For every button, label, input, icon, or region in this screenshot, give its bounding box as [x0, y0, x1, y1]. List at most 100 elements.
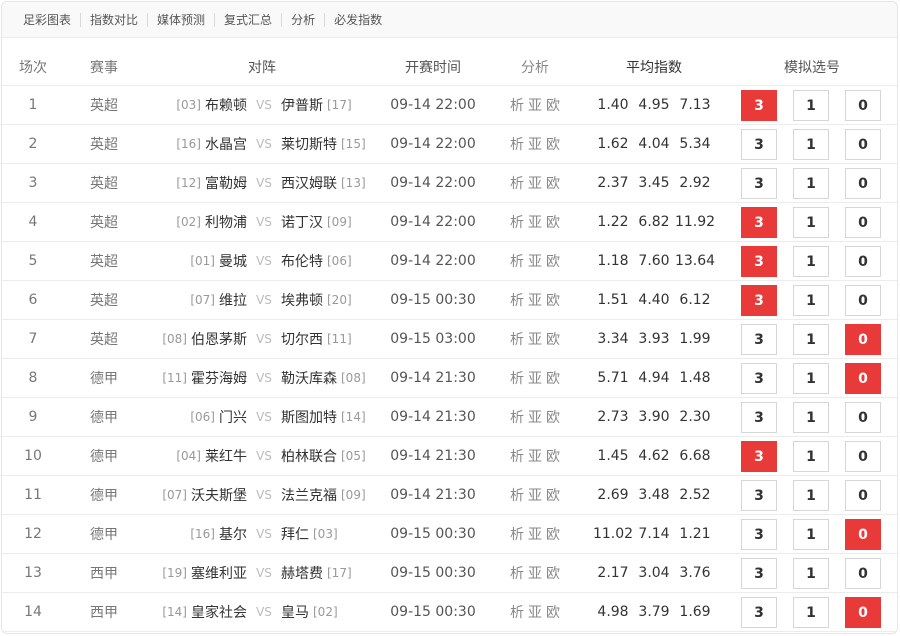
- pick-1-button[interactable]: 1: [793, 168, 829, 199]
- asian-odds-link[interactable]: 亚: [528, 563, 542, 583]
- pick-0-button[interactable]: 0: [845, 402, 881, 433]
- home-team[interactable]: [12] 富勒姆: [132, 164, 247, 202]
- asian-odds-link[interactable]: 亚: [528, 407, 542, 427]
- asian-odds-link[interactable]: 亚: [528, 212, 542, 232]
- pick-0-button[interactable]: 0: [845, 129, 881, 160]
- euro-odds-link[interactable]: 欧: [546, 329, 560, 349]
- pick-3-button[interactable]: 3: [741, 90, 777, 121]
- analysis-link[interactable]: 析: [510, 602, 524, 622]
- away-team[interactable]: 柏林联合 [05]: [281, 437, 381, 475]
- analysis-link[interactable]: 析: [510, 95, 524, 115]
- pick-1-button[interactable]: 1: [793, 402, 829, 433]
- pick-3-button[interactable]: 3: [741, 363, 777, 394]
- asian-odds-link[interactable]: 亚: [528, 290, 542, 310]
- euro-odds-link[interactable]: 欧: [546, 602, 560, 622]
- away-team[interactable]: 拜仁 [03]: [281, 515, 381, 553]
- pick-0-button[interactable]: 0: [845, 597, 881, 628]
- tab-betfair-index[interactable]: 必发指数: [325, 13, 391, 27]
- euro-odds-link[interactable]: 欧: [546, 524, 560, 544]
- tab-media-prediction[interactable]: 媒体预测: [148, 12, 216, 27]
- pick-0-button[interactable]: 0: [845, 519, 881, 550]
- away-team[interactable]: 西汉姆联 [13]: [281, 164, 381, 202]
- home-team[interactable]: [01] 曼城: [132, 242, 247, 280]
- home-team[interactable]: [03] 布赖顿: [132, 86, 247, 124]
- away-team[interactable]: 埃弗顿 [20]: [281, 281, 381, 319]
- asian-odds-link[interactable]: 亚: [528, 446, 542, 466]
- pick-1-button[interactable]: 1: [793, 480, 829, 511]
- home-team[interactable]: [14] 皇家社会: [132, 593, 247, 631]
- euro-odds-link[interactable]: 欧: [546, 251, 560, 271]
- asian-odds-link[interactable]: 亚: [528, 602, 542, 622]
- home-team[interactable]: [02] 利物浦: [132, 203, 247, 241]
- pick-0-button[interactable]: 0: [845, 558, 881, 589]
- home-team[interactable]: [19] 塞维利亚: [132, 554, 247, 592]
- pick-3-button[interactable]: 3: [741, 285, 777, 316]
- analysis-link[interactable]: 析: [510, 212, 524, 232]
- home-team[interactable]: [11] 霍芬海姆: [132, 359, 247, 397]
- euro-odds-link[interactable]: 欧: [546, 290, 560, 310]
- pick-0-button[interactable]: 0: [845, 324, 881, 355]
- tab-odds-compare[interactable]: 指数对比: [81, 12, 149, 27]
- pick-0-button[interactable]: 0: [845, 246, 881, 277]
- pick-1-button[interactable]: 1: [793, 207, 829, 238]
- euro-odds-link[interactable]: 欧: [546, 446, 560, 466]
- asian-odds-link[interactable]: 亚: [528, 485, 542, 505]
- pick-3-button[interactable]: 3: [741, 441, 777, 472]
- pick-0-button[interactable]: 0: [845, 168, 881, 199]
- analysis-link[interactable]: 析: [510, 407, 524, 427]
- analysis-link[interactable]: 析: [510, 524, 524, 544]
- pick-1-button[interactable]: 1: [793, 324, 829, 355]
- euro-odds-link[interactable]: 欧: [546, 563, 560, 583]
- pick-0-button[interactable]: 0: [845, 285, 881, 316]
- pick-0-button[interactable]: 0: [845, 441, 881, 472]
- euro-odds-link[interactable]: 欧: [546, 134, 560, 154]
- analysis-link[interactable]: 析: [510, 173, 524, 193]
- pick-0-button[interactable]: 0: [845, 480, 881, 511]
- analysis-link[interactable]: 析: [510, 368, 524, 388]
- pick-1-button[interactable]: 1: [793, 441, 829, 472]
- analysis-link[interactable]: 析: [510, 134, 524, 154]
- euro-odds-link[interactable]: 欧: [546, 407, 560, 427]
- home-team[interactable]: [06] 门兴: [132, 398, 247, 436]
- away-team[interactable]: 皇马 [02]: [281, 593, 381, 631]
- pick-0-button[interactable]: 0: [845, 90, 881, 121]
- pick-1-button[interactable]: 1: [793, 90, 829, 121]
- pick-1-button[interactable]: 1: [793, 246, 829, 277]
- tab-combo-summary[interactable]: 复式汇总: [215, 12, 283, 27]
- pick-1-button[interactable]: 1: [793, 558, 829, 589]
- pick-3-button[interactable]: 3: [741, 519, 777, 550]
- asian-odds-link[interactable]: 亚: [528, 134, 542, 154]
- home-team[interactable]: [07] 维拉: [132, 281, 247, 319]
- pick-1-button[interactable]: 1: [793, 285, 829, 316]
- asian-odds-link[interactable]: 亚: [528, 95, 542, 115]
- away-team[interactable]: 伊普斯 [17]: [281, 86, 381, 124]
- asian-odds-link[interactable]: 亚: [528, 524, 542, 544]
- asian-odds-link[interactable]: 亚: [528, 251, 542, 271]
- home-team[interactable]: [04] 莱红牛: [132, 437, 247, 475]
- asian-odds-link[interactable]: 亚: [528, 173, 542, 193]
- tab-football-chart[interactable]: 足彩图表: [14, 12, 82, 27]
- pick-3-button[interactable]: 3: [741, 324, 777, 355]
- analysis-link[interactable]: 析: [510, 485, 524, 505]
- analysis-link[interactable]: 析: [510, 563, 524, 583]
- pick-1-button[interactable]: 1: [793, 597, 829, 628]
- pick-1-button[interactable]: 1: [793, 129, 829, 160]
- asian-odds-link[interactable]: 亚: [528, 368, 542, 388]
- home-team[interactable]: [08] 伯恩茅斯: [132, 320, 247, 358]
- analysis-link[interactable]: 析: [510, 290, 524, 310]
- home-team[interactable]: [07] 沃夫斯堡: [132, 476, 247, 514]
- analysis-link[interactable]: 析: [510, 446, 524, 466]
- away-team[interactable]: 莱切斯特 [15]: [281, 125, 381, 163]
- away-team[interactable]: 斯图加特 [14]: [281, 398, 381, 436]
- pick-3-button[interactable]: 3: [741, 402, 777, 433]
- pick-0-button[interactable]: 0: [845, 207, 881, 238]
- pick-3-button[interactable]: 3: [741, 246, 777, 277]
- pick-3-button[interactable]: 3: [741, 597, 777, 628]
- home-team[interactable]: [16] 水晶宫: [132, 125, 247, 163]
- pick-1-button[interactable]: 1: [793, 363, 829, 394]
- away-team[interactable]: 赫塔费 [17]: [281, 554, 381, 592]
- analysis-link[interactable]: 析: [510, 251, 524, 271]
- away-team[interactable]: 勒沃库森 [08]: [281, 359, 381, 397]
- away-team[interactable]: 布伦特 [06]: [281, 242, 381, 280]
- pick-3-button[interactable]: 3: [741, 558, 777, 589]
